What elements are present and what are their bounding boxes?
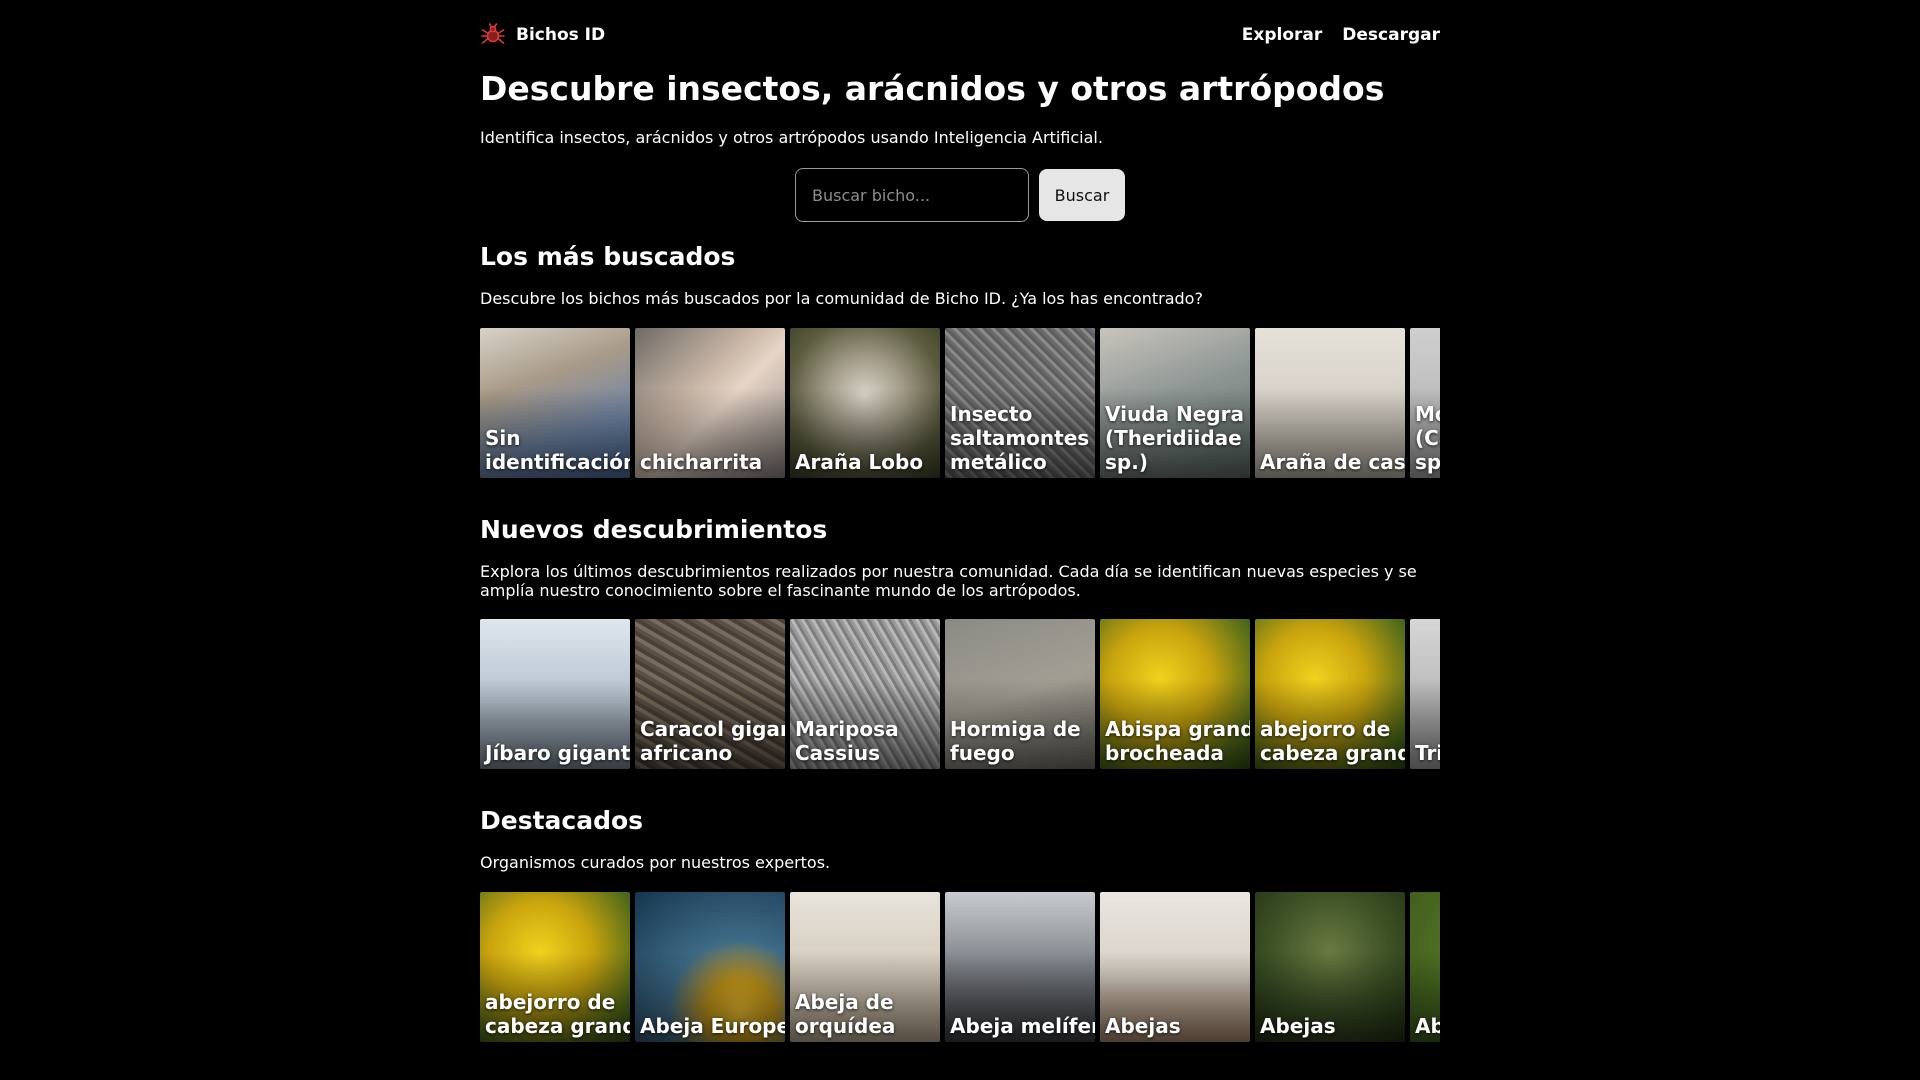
brand-name: Bichos ID xyxy=(516,25,606,45)
section-title-destacados: Destacados xyxy=(480,806,644,835)
card-row-destacados: abejorro de cabeza grande Abeja Europea … xyxy=(480,892,1440,1042)
species-card[interactable]: Sin identificación xyxy=(480,328,630,478)
search-input[interactable] xyxy=(795,168,1029,222)
section-title-nuevos-descubrimientos: Nuevos descubrimientos xyxy=(480,515,828,544)
species-card-label: Hormiga de fuego xyxy=(950,717,1081,765)
page-container: Bichos ID Explorar Descargar Descubre in… xyxy=(480,0,1440,1042)
card-row-nuevos-descubrimientos: Jíbaro gigante Caracol gigante africano … xyxy=(480,619,1440,769)
brand[interactable]: Bichos ID xyxy=(480,22,605,48)
species-card-label: Abejas xyxy=(1415,1014,1440,1038)
search-bar: Buscar xyxy=(480,168,1440,222)
species-card[interactable]: Viuda Negra (Theridiidae sp.) xyxy=(1100,328,1250,478)
species-card[interactable]: Trips (agua) xyxy=(1410,619,1440,769)
species-card[interactable]: Abeja melífera xyxy=(945,892,1095,1042)
species-card-label: Abeja de orquídea xyxy=(795,990,896,1038)
species-card[interactable]: chicharrita xyxy=(635,328,785,478)
search-button[interactable]: Buscar xyxy=(1039,169,1125,221)
section-description-mas-buscados: Descubre los bichos más buscados por la … xyxy=(480,289,1203,308)
species-card-label: Mosca (Calliphoridae sp.) xyxy=(1415,402,1440,474)
section-description-nuevos-descubrimientos: Explora los últimos descubrimientos real… xyxy=(480,562,1417,600)
species-card-label: Araña Lobo xyxy=(795,450,924,474)
species-card[interactable]: Jíbaro gigante xyxy=(480,619,630,769)
species-card[interactable]: Hormiga de fuego xyxy=(945,619,1095,769)
species-card-label: Abispa grande brocheada xyxy=(1105,717,1250,765)
species-card-label: Trips (agua) xyxy=(1415,741,1440,765)
species-card[interactable]: Mariposa Cassius xyxy=(790,619,940,769)
section-title-mas-buscados: Los más buscados xyxy=(480,242,736,271)
species-card[interactable]: abejorro de cabeza grande xyxy=(480,892,630,1042)
species-card-label: Abejas xyxy=(1105,1014,1181,1038)
species-card-label: Caracol gigante africano xyxy=(640,717,785,765)
section-description-destacados: Organismos curados por nuestros expertos… xyxy=(480,853,831,872)
page-subtitle: Identifica insectos, arácnidos y otros a… xyxy=(480,128,1103,147)
species-card-label: Abejas xyxy=(1260,1014,1336,1038)
species-card-label: Mariposa Cassius xyxy=(795,717,899,765)
species-card-label: Jíbaro gigante xyxy=(485,741,630,765)
species-card[interactable]: Abejas xyxy=(1100,892,1250,1042)
species-card-label: Viuda Negra (Theridiidae sp.) xyxy=(1105,402,1244,474)
species-card[interactable]: Abeja Europea xyxy=(635,892,785,1042)
species-card-label: Araña de casa xyxy=(1260,450,1405,474)
species-card-label: Sin identificación xyxy=(485,426,630,474)
top-bar: Bichos ID Explorar Descargar xyxy=(480,0,1440,70)
species-card-label: abejorro de cabeza grande xyxy=(485,990,630,1038)
species-card-label: abejorro de cabeza grande xyxy=(1260,717,1405,765)
card-row-mas-buscados: Sin identificación chicharrita Araña Lob… xyxy=(480,328,1440,478)
species-card-label: Insecto saltamontes metálico xyxy=(950,402,1090,474)
species-card[interactable]: Abispa grande brocheada xyxy=(1100,619,1250,769)
species-card-label: chicharrita xyxy=(640,450,763,474)
species-card[interactable]: Abeja de orquídea xyxy=(790,892,940,1042)
species-card[interactable]: Mosca (Calliphoridae sp.) xyxy=(1410,328,1440,478)
species-card-label: Abeja melífera xyxy=(950,1014,1095,1038)
species-card[interactable]: Insecto saltamontes metálico xyxy=(945,328,1095,478)
nav-explorar-link[interactable]: Explorar xyxy=(1242,25,1323,45)
species-card[interactable]: Caracol gigante africano xyxy=(635,619,785,769)
bug-icon xyxy=(480,22,506,48)
species-card-label: Abeja Europea xyxy=(640,1014,785,1038)
species-card[interactable]: Abejas xyxy=(1410,892,1440,1042)
nav-descargar-link[interactable]: Descargar xyxy=(1342,25,1440,45)
species-card[interactable]: Abejas xyxy=(1255,892,1405,1042)
page-title: Descubre insectos, arácnidos y otros art… xyxy=(480,69,1385,108)
species-card[interactable]: abejorro de cabeza grande xyxy=(1255,619,1405,769)
species-card[interactable]: Araña de casa xyxy=(1255,328,1405,478)
species-card[interactable]: Araña Lobo xyxy=(790,328,940,478)
main-nav: Explorar Descargar xyxy=(1242,25,1440,45)
